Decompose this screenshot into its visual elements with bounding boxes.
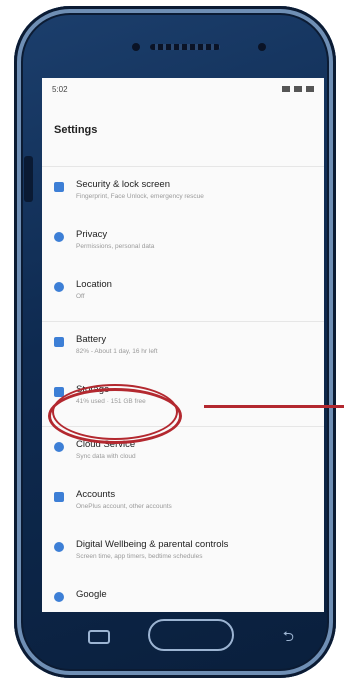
settings-item-privacy[interactable]: Privacy Permissions, personal data <box>42 221 324 271</box>
battery-status-icon <box>282 86 290 92</box>
status-icons <box>282 86 314 92</box>
item-subtitle: Sync data with cloud <box>76 453 136 460</box>
item-subtitle: Off <box>76 293 85 300</box>
item-label: Security & lock screen <box>76 179 170 190</box>
item-label: Accounts <box>76 489 116 500</box>
front-camera <box>132 43 140 51</box>
battery-icon <box>42 334 76 347</box>
settings-item-wellbeing[interactable]: Digital Wellbeing & parental controls Sc… <box>42 531 324 581</box>
wellbeing-icon <box>42 539 76 552</box>
divider <box>42 166 324 167</box>
item-label: Battery <box>76 334 107 345</box>
proximity-sensor <box>258 43 266 51</box>
side-button <box>24 156 33 202</box>
settings-item-google[interactable]: Google <box>42 581 324 612</box>
cloud-icon <box>42 439 76 452</box>
settings-item-accounts[interactable]: Accounts OnePlus account, other accounts <box>42 481 324 531</box>
recents-button[interactable] <box>88 630 110 644</box>
item-subtitle: Fingerprint, Face Unlock, emergency resc… <box>76 193 204 200</box>
item-label: Privacy <box>76 229 108 240</box>
page-title: Settings <box>54 124 98 136</box>
home-button[interactable] <box>148 619 234 651</box>
status-time: 5:02 <box>52 84 68 94</box>
google-icon <box>42 589 76 602</box>
settings-item-location[interactable]: Location Off <box>42 271 324 321</box>
item-label: Google <box>76 589 107 600</box>
divider <box>42 321 324 322</box>
privacy-icon <box>42 229 76 242</box>
settings-screen: 5:02 Settings Security & lock screen Fin… <box>42 78 324 612</box>
pointer-arrow <box>204 405 344 408</box>
item-subtitle: Permissions, personal data <box>76 243 155 250</box>
wifi-icon <box>306 86 314 92</box>
navigation-bar: ⮌ <box>42 612 324 658</box>
settings-item-security[interactable]: Security & lock screen Fingerprint, Face… <box>42 171 324 221</box>
signal-icon <box>294 86 302 92</box>
highlight-circle-inner <box>52 384 178 440</box>
accounts-icon <box>42 489 76 502</box>
lock-icon <box>42 179 76 192</box>
speaker-grille <box>150 44 220 50</box>
settings-item-battery[interactable]: Battery 82% - About 1 day, 16 hr left <box>42 326 324 376</box>
item-label: Digital Wellbeing & parental controls <box>76 539 229 550</box>
item-label: Location <box>76 279 112 290</box>
item-subtitle: 82% - About 1 day, 16 hr left <box>76 348 158 355</box>
location-icon <box>42 279 76 292</box>
item-subtitle: OnePlus account, other accounts <box>76 503 172 510</box>
item-subtitle: Screen time, app timers, bedtime schedul… <box>76 553 203 560</box>
back-icon[interactable]: ⮌ <box>283 626 294 650</box>
status-bar: 5:02 <box>42 78 324 100</box>
